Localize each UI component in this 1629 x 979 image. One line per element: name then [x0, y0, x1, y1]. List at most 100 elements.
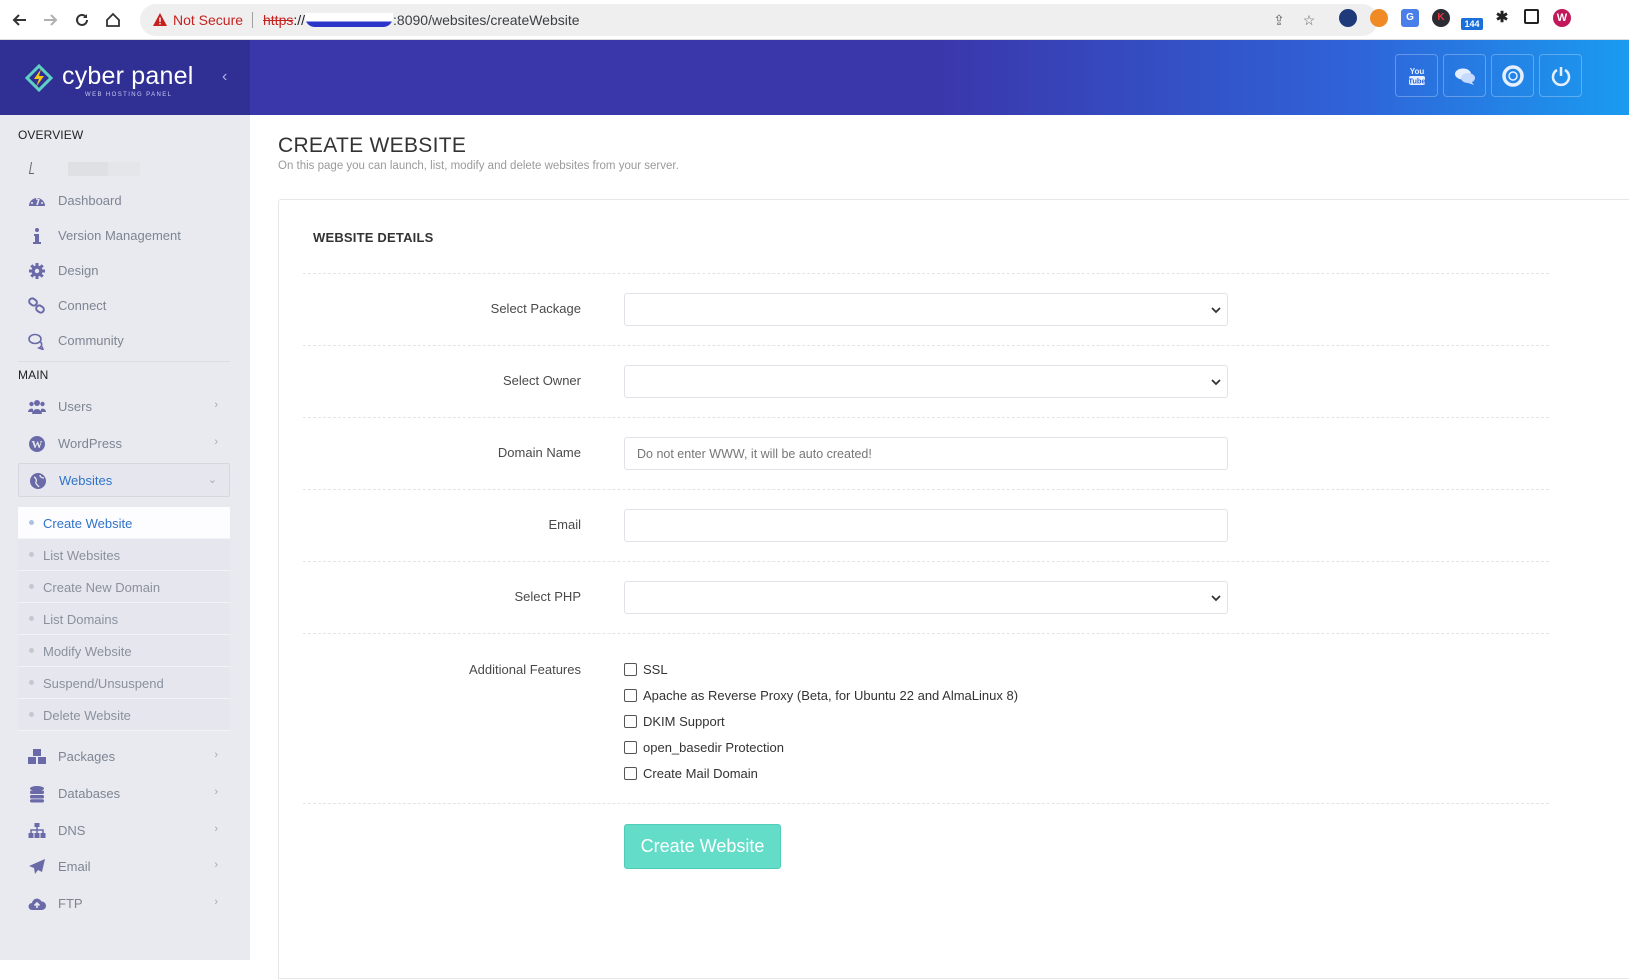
- side-panel-icon[interactable]: [1524, 9, 1539, 24]
- domain-name-input[interactable]: Do not enter WWW, it will be auto create…: [624, 437, 1228, 470]
- info-icon: [28, 227, 46, 245]
- domain-name-label: Domain Name: [497, 445, 581, 460]
- back-button[interactable]: [8, 8, 32, 32]
- submenu-item-delete-website[interactable]: Delete Website: [18, 699, 230, 731]
- sidebar-item-label: Databases: [58, 786, 121, 801]
- sidebar-item-packages[interactable]: Packages ›: [18, 740, 230, 774]
- puzzle-extensions-icon[interactable]: ✱: [1493, 9, 1511, 27]
- reload-button[interactable]: [70, 8, 94, 32]
- row-divider: [303, 633, 1549, 634]
- chevron-down-icon: [1211, 379, 1221, 386]
- open-basedir-checkbox[interactable]: [624, 741, 637, 754]
- submenu-item-create-website[interactable]: Create Website: [18, 507, 230, 539]
- translate-extension-icon[interactable]: G: [1401, 9, 1419, 27]
- users-icon: [28, 398, 46, 416]
- sidebar-item-databases[interactable]: Databases ›: [18, 777, 230, 811]
- sidebar-item-dashboard[interactable]: Dashboard: [18, 184, 230, 218]
- chevron-right-icon: ›: [214, 786, 218, 798]
- submenu-item-suspend-unsuspend[interactable]: Suspend/Unsuspend: [18, 667, 230, 699]
- omnibox-divider: [252, 12, 253, 28]
- warning-icon: [153, 13, 167, 26]
- cyberpanel-logo-icon: [24, 63, 54, 93]
- select-package-dropdown[interactable]: [624, 293, 1228, 326]
- sidebar-item-label: Design: [58, 263, 99, 278]
- svg-text:W: W: [32, 439, 43, 451]
- svg-text:Tube: Tube: [1408, 77, 1425, 86]
- submenu-item-create-new-domain[interactable]: Create New Domain: [18, 571, 230, 603]
- extension-icon-2[interactable]: [1370, 9, 1388, 27]
- page-title: CREATE WEBSITE: [278, 134, 467, 157]
- support-button[interactable]: [1491, 54, 1534, 97]
- sidebar-item-connect[interactable]: Connect: [18, 289, 230, 323]
- bullet-icon: [29, 520, 34, 525]
- url-text[interactable]: https://:8090/websites/createWebsite: [263, 12, 580, 28]
- brand-name: cyber panel: [62, 62, 194, 90]
- wordpress-icon: W: [28, 435, 46, 453]
- sidebar-item-label: Packages: [58, 749, 116, 764]
- select-php-dropdown[interactable]: [624, 581, 1228, 614]
- bookmark-star-icon[interactable]: ☆: [1301, 12, 1317, 28]
- select-owner-dropdown[interactable]: [624, 365, 1228, 398]
- mail-domain-checkbox[interactable]: [624, 767, 637, 780]
- chat-button[interactable]: [1443, 54, 1486, 97]
- logout-button[interactable]: [1539, 54, 1582, 97]
- row-divider: [303, 417, 1549, 418]
- sidebar-item-label: Email: [58, 859, 91, 874]
- sidebar-item-wordpress[interactable]: W WordPress ›: [18, 427, 230, 461]
- submenu-item-modify-website[interactable]: Modify Website: [18, 635, 230, 667]
- url-scheme: https: [263, 12, 294, 28]
- address-bar[interactable]: Not Secure https://:8090/websites/create…: [140, 4, 1378, 36]
- youtube-icon: YouTube: [1408, 67, 1425, 86]
- sidebar-item-dns[interactable]: DNS ›: [18, 814, 230, 848]
- dkim-checkbox[interactable]: [624, 715, 637, 728]
- create-website-button[interactable]: Create Website: [624, 824, 781, 869]
- sidebar-item-ftp[interactable]: FTP ›: [18, 887, 230, 921]
- sidebar-item-version-management[interactable]: Version Management: [18, 219, 230, 253]
- sidebar-item-community[interactable]: Community: [18, 324, 230, 358]
- apache-proxy-checkbox[interactable]: [624, 689, 637, 702]
- logo-area: cyber panel WEB HOSTING PANEL ‹: [0, 40, 250, 115]
- sidebar-item-design[interactable]: Design: [18, 254, 230, 288]
- extension-icon-k[interactable]: K: [1432, 9, 1450, 27]
- email-input[interactable]: [624, 509, 1228, 542]
- top-header: You Tube: [250, 40, 1629, 115]
- sidebar-item-websites[interactable]: Websites ⌄: [18, 463, 230, 497]
- sidebar-collapse-button[interactable]: ‹: [222, 68, 227, 86]
- sidebar-item-email[interactable]: Email ›: [18, 850, 230, 884]
- submenu-item-list-websites[interactable]: List Websites: [18, 539, 230, 571]
- paper-plane-icon: [28, 858, 46, 876]
- browser-toolbar: Not Secure https://:8090/websites/create…: [0, 0, 1629, 40]
- redacted-block: [68, 162, 108, 176]
- extension-icon-1[interactable]: [1339, 9, 1357, 27]
- extension-badge-count[interactable]: 144: [1461, 18, 1483, 30]
- submenu-item-label: List Domains: [43, 612, 119, 627]
- chevron-down-icon: ⌄: [207, 474, 217, 486]
- profile-avatar[interactable]: W: [1553, 9, 1571, 27]
- redacted-host: [305, 13, 394, 27]
- link-icon: [28, 297, 46, 315]
- security-status[interactable]: Not Secure: [173, 12, 243, 28]
- chevron-right-icon: ›: [214, 749, 218, 761]
- arrow-left-icon: [12, 14, 26, 26]
- page-subtitle: On this page you can launch, list, modif…: [278, 160, 679, 172]
- bullet-icon: [29, 680, 34, 685]
- forward-button[interactable]: [38, 8, 62, 32]
- bullet-icon: [29, 584, 34, 589]
- submenu-item-label: Delete Website: [43, 708, 131, 723]
- ssl-checkbox[interactable]: [624, 663, 637, 676]
- youtube-button[interactable]: You Tube: [1395, 54, 1438, 97]
- checkbox-label: Apache as Reverse Proxy (Beta, for Ubunt…: [643, 688, 1019, 703]
- submenu-item-list-domains[interactable]: List Domains: [18, 603, 230, 635]
- bullet-icon: [29, 552, 34, 557]
- sidebar-item-users[interactable]: Users ›: [18, 390, 230, 424]
- section-label-main: MAIN: [18, 368, 49, 382]
- section-label-overview: OVERVIEW: [18, 128, 84, 142]
- share-icon[interactable]: ⇪: [1271, 12, 1287, 28]
- home-button[interactable]: [101, 8, 125, 32]
- arrow-right-icon: [44, 14, 58, 26]
- redacted-block: [108, 162, 140, 176]
- dashboard-icon: [28, 192, 46, 210]
- gear-icon: [28, 262, 46, 280]
- cloud-upload-icon: [28, 895, 47, 913]
- chevron-right-icon: ›: [214, 896, 218, 908]
